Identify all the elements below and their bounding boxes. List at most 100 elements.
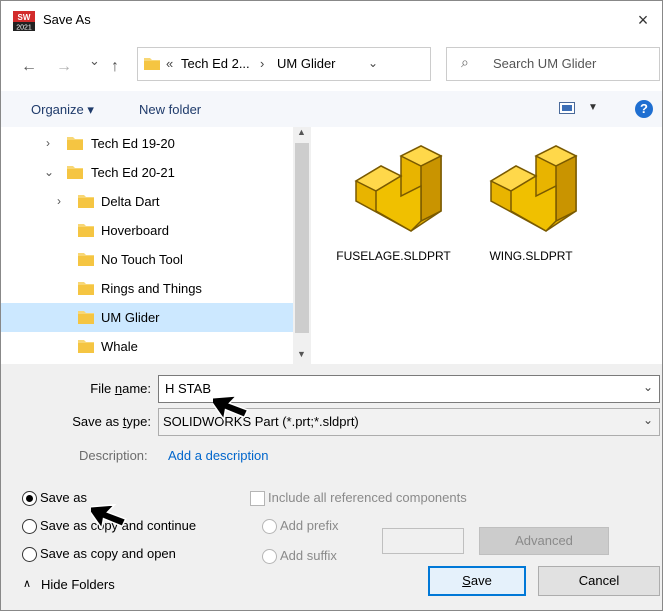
annotation-arrow-icon: [207, 386, 253, 431]
save-as-copy-continue-radio[interactable]: [22, 519, 37, 534]
tree-item-whale[interactable]: Whale: [1, 332, 293, 361]
tree-item-label: Tech Ed 20-21: [91, 165, 175, 180]
view-options-icon[interactable]: [559, 102, 575, 114]
tree-item-delta-dart[interactable]: › Delta Dart: [1, 187, 293, 216]
file-list: FUSELAGE.SLDPRT WING.SLDPRT: [311, 127, 662, 364]
folder-icon: [67, 136, 83, 150]
label-accesskey: n: [114, 381, 123, 396]
include-references-label: Include all referenced components: [268, 490, 467, 505]
save-as-type-chevron-icon[interactable]: ⌄: [643, 413, 653, 427]
save-as-type-value: SOLIDWORKS Part (*.prt;*.sldprt): [163, 414, 359, 429]
file-name: FUSELAGE.SLDPRT: [336, 249, 451, 263]
save-as-label[interactable]: Save as: [40, 490, 87, 505]
add-description-link[interactable]: Add a description: [168, 448, 268, 463]
folder-icon: [67, 165, 83, 179]
scroll-up-arrow-icon[interactable]: ▲: [297, 127, 306, 137]
radio-selected-dot: [26, 495, 33, 502]
label-accesskey: S: [462, 573, 471, 588]
save-as-type-label: Save as type:: [31, 414, 151, 429]
tree-item-tech-ed-20-21[interactable]: ⌄ Tech Ed 20-21: [1, 158, 293, 187]
solidworks-app-icon: SW 2021: [13, 11, 35, 32]
title-bar: SW 2021 Save As ×: [1, 1, 662, 39]
save-as-copy-open-label[interactable]: Save as copy and open: [40, 546, 176, 561]
scrollbar-thumb[interactable]: [295, 143, 309, 333]
folder-icon: [78, 252, 94, 266]
tree-item-label: UM Glider: [101, 310, 160, 325]
collapse-chevron-icon[interactable]: ⌄: [44, 165, 54, 179]
save-button[interactable]: Save: [428, 566, 526, 596]
navigation-bar: ← → ⌄ ↑ « Tech Ed 2... › UM Glider ⌄ ↻ ⌕…: [1, 39, 662, 91]
file-name-dropdown-chevron-icon[interactable]: ⌄: [643, 380, 653, 394]
save-as-copy-open-radio[interactable]: [22, 547, 37, 562]
tree-scrollbar[interactable]: ▲ ▼: [293, 127, 311, 364]
breadcrumb-overflow[interactable]: «: [166, 56, 173, 71]
view-options-chevron-icon[interactable]: ▼: [588, 102, 598, 113]
folder-icon: [144, 55, 160, 71]
cancel-button[interactable]: Cancel: [538, 566, 660, 596]
file-name: WING.SLDPRT: [489, 249, 573, 263]
breadcrumb-item-tech-ed[interactable]: Tech Ed 2...: [181, 56, 250, 71]
label-part: ave: [470, 573, 492, 588]
breadcrumb-item-um-glider[interactable]: UM Glider: [277, 56, 336, 71]
back-arrow-icon[interactable]: ←: [21, 59, 37, 75]
label-part: ame:: [122, 381, 151, 396]
expand-chevron-icon[interactable]: ›: [57, 194, 61, 208]
tree-item-label: Tech Ed 19-20: [91, 136, 175, 151]
tree-item-label: Whale: [101, 339, 138, 354]
folder-icon: [78, 223, 94, 237]
add-prefix-radio[interactable]: [262, 519, 277, 534]
add-suffix-label: Add suffix: [280, 548, 337, 563]
file-item-wing[interactable]: WING.SLDPRT: [471, 141, 591, 263]
address-dropdown-chevron-icon[interactable]: ⌄: [368, 56, 378, 70]
expand-chevron-icon[interactable]: ›: [46, 136, 50, 150]
close-button[interactable]: ×: [630, 7, 656, 33]
folder-icon: [78, 194, 94, 208]
address-bar[interactable]: « Tech Ed 2... › UM Glider ⌄ ↻: [137, 47, 554, 81]
app-badge-year: 2021: [16, 25, 32, 32]
add-prefix-label: Add prefix: [280, 518, 339, 533]
hide-folders-chevron-icon[interactable]: ∧: [23, 577, 31, 590]
tree-item-tech-ed-19-20[interactable]: › Tech Ed 19-20: [1, 129, 293, 158]
window-title: Save As: [43, 12, 91, 27]
tree-item-label: Rings and Things: [101, 281, 202, 296]
folder-icon: [78, 310, 94, 324]
tree-item-um-glider[interactable]: UM Glider: [1, 303, 293, 332]
up-arrow-icon[interactable]: ↑: [111, 59, 119, 75]
folder-icon: [78, 339, 94, 353]
solidworks-part-icon: [346, 141, 446, 241]
file-item-fuselage[interactable]: FUSELAGE.SLDPRT: [336, 141, 456, 263]
advanced-button[interactable]: Advanced: [479, 527, 609, 555]
save-form: File name: H STAB ⌄ Save as type: SOLIDW…: [1, 364, 662, 610]
include-references-checkbox[interactable]: [250, 491, 265, 506]
save-as-radio[interactable]: [22, 491, 37, 506]
help-icon[interactable]: ?: [635, 100, 653, 118]
organize-button[interactable]: Organize ▾: [31, 102, 94, 118]
tree-item-label: Hoverboard: [101, 223, 169, 238]
command-toolbar: Organize ▾ New folder ▼ ?: [1, 91, 662, 127]
label-part: ype:: [126, 414, 151, 429]
search-icon: ⌕: [461, 54, 469, 70]
label-part: Save as: [72, 414, 123, 429]
tree-item-rings-and-things[interactable]: Rings and Things: [1, 274, 293, 303]
tree-item-hoverboard[interactable]: Hoverboard: [1, 216, 293, 245]
forward-arrow-icon[interactable]: →: [56, 59, 72, 75]
search-input[interactable]: Search UM Glider: [493, 56, 596, 71]
new-folder-button[interactable]: New folder: [139, 102, 201, 117]
recent-locations-chevron-icon[interactable]: ⌄: [89, 53, 100, 69]
prefix-suffix-input[interactable]: [382, 528, 464, 554]
description-label: Description:: [79, 448, 148, 463]
folder-tree: › Tech Ed 19-20 ⌄ Tech Ed 20-21 › Delta …: [1, 127, 311, 364]
svg-text:SW: SW: [18, 13, 31, 22]
tree-item-label: No Touch Tool: [101, 252, 183, 267]
scroll-down-arrow-icon[interactable]: ▼: [297, 349, 306, 359]
tree-item-no-touch-tool[interactable]: No Touch Tool: [1, 245, 293, 274]
save-as-dialog: SW 2021 Save As × ← → ⌄ ↑ « Tech Ed 2...…: [0, 0, 663, 611]
hide-folders-button[interactable]: Hide Folders: [41, 577, 115, 592]
file-name-label: File name:: [41, 381, 151, 396]
breadcrumb-separator-icon[interactable]: ›: [260, 56, 264, 71]
search-box[interactable]: ⌕ Search UM Glider: [446, 47, 660, 81]
add-suffix-radio[interactable]: [262, 549, 277, 564]
solidworks-part-icon: [481, 141, 581, 241]
tree-item-label: Delta Dart: [101, 194, 160, 209]
annotation-arrow-icon: [85, 495, 131, 540]
